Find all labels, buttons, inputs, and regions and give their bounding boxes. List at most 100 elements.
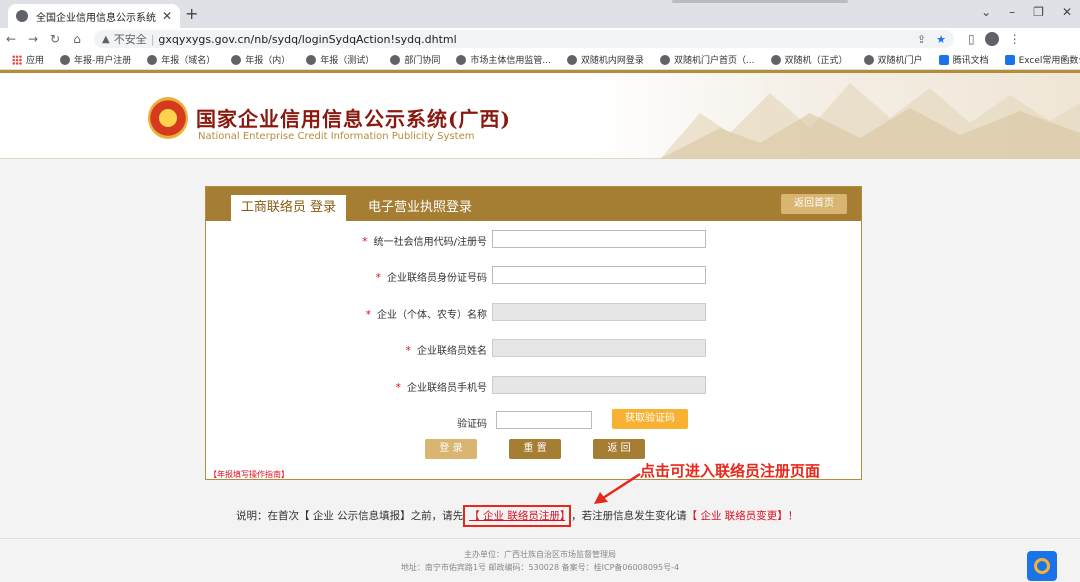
window-controls: ⌄ – ❐ ✕ <box>981 5 1072 19</box>
bookmarks-overflow-icon[interactable]: » <box>1060 53 1066 64</box>
bookmark-item[interactable]: 年报（内） <box>231 53 290 66</box>
login-button[interactable]: 登 录 <box>425 439 477 459</box>
apps-icon <box>12 54 22 65</box>
minimize-icon[interactable]: – <box>1009 5 1015 19</box>
bookmark-label: 腾讯文档 <box>952 56 989 66</box>
restore-icon[interactable]: ❐ <box>1033 5 1044 19</box>
forward-arrow-icon[interactable]: → <box>22 32 44 46</box>
captcha-input[interactable] <box>496 411 592 429</box>
annual-report-guide-link[interactable]: 【年报填写操作指南】 <box>209 469 289 480</box>
form-row: * 企业联络员身份证号码 <box>206 266 861 286</box>
url-text[interactable]: gxqyxygs.gov.cn/nb/sydq/loginSydqAction!… <box>158 33 910 46</box>
address-bar[interactable]: ▲ 不安全 | gxqyxygs.gov.cn/nb/sydq/loginSyd… <box>94 30 954 48</box>
bookmark-label: 年报（测试） <box>320 56 375 66</box>
toolbar-right: ▯ ⋮ <box>968 32 1021 46</box>
globe-icon <box>147 54 158 65</box>
bookmark-label: 年报-用户注册 <box>74 56 132 66</box>
required-asterisk: * <box>365 308 372 321</box>
bookmark-item[interactable]: 年报（域名） <box>147 53 215 66</box>
liaison-change-link[interactable]: 【 企业 联络员变更】！ <box>687 510 799 522</box>
profile-avatar[interactable] <box>984 32 999 46</box>
field-label-text: 企业联络员身份证号码 <box>387 273 487 284</box>
bookmark-item[interactable]: 年报-用户注册 <box>60 53 131 66</box>
back-button[interactable]: 返 回 <box>593 439 645 459</box>
bookmark-label: 年报（内） <box>245 56 291 66</box>
get-code-button[interactable]: 获取验证码 <box>612 409 688 429</box>
site-title: 国家企业信用信息公示系统(广西) <box>196 107 511 131</box>
bookmark-item[interactable]: 双随机内网登录 <box>566 53 644 66</box>
not-secure-label: 不安全 <box>113 33 147 46</box>
back-arrow-icon[interactable]: ← <box>0 32 22 46</box>
page-body: 国家企业信用信息公示系统(广西) National Enterprise Cre… <box>0 73 1080 582</box>
bookmark-item[interactable]: 双随机门户首页（... <box>659 53 755 66</box>
bookmark-item[interactable]: 腾讯文档 <box>938 53 989 66</box>
required-asterisk: * <box>375 271 382 284</box>
required-asterisk: * <box>362 235 368 248</box>
bookmark-label: 部门协同 <box>404 56 441 66</box>
required-asterisk: * <box>405 344 412 357</box>
bookmark-item[interactable]: 应用 <box>12 53 44 66</box>
field-input[interactable] <box>492 376 706 394</box>
field-input[interactable] <box>492 230 706 248</box>
field-label: * 企业联络员姓名 <box>406 342 488 357</box>
bookmark-item[interactable]: 年报（测试） <box>306 53 374 66</box>
globe-icon <box>16 10 28 22</box>
close-window-icon[interactable]: ✕ <box>1062 5 1072 19</box>
bookmark-label: 双随机门户首页（... <box>673 56 755 66</box>
back-home-button[interactable]: 返回首页 <box>781 194 847 214</box>
field-input[interactable] <box>492 266 706 284</box>
national-emblem-icon <box>148 97 188 139</box>
tab-search-chevron-icon[interactable]: ⌄ <box>981 5 991 19</box>
footer-address: 地址：南宁市佑宾路1号 邮政编码：530028 备案号：桂ICP备0600809… <box>400 563 680 572</box>
bookmark-item[interactable]: 部门协同 <box>390 53 440 66</box>
bookmark-star-icon[interactable]: ★ <box>936 33 946 46</box>
bookmark-label: 市场主体信用监管... <box>470 56 551 66</box>
tab-e-license-login[interactable]: 电子营业执照登录 <box>368 195 472 221</box>
tabstrip-scroll-indicator <box>672 0 848 3</box>
form-row: * 企业联络员姓名 <box>206 339 861 359</box>
bookmark-item[interactable]: 双随机（正式） <box>770 53 848 66</box>
field-label-text: 企业（个体、农专）名称 <box>377 310 487 321</box>
bookmark-label: 应用 <box>26 56 45 66</box>
form-row: * 企业（个体、农专）名称 <box>206 303 861 323</box>
bookmark-item[interactable]: Excel常用函数公式... <box>1004 53 1080 66</box>
annotation-arrow <box>594 472 641 504</box>
help-ring-icon <box>1034 558 1050 574</box>
bookmark-item[interactable]: 双随机门户 <box>863 53 923 66</box>
menu-kebab-icon[interactable]: ⋮ <box>1009 32 1021 46</box>
warning-icon: ▲ <box>102 33 110 45</box>
floating-help-button[interactable] <box>1027 551 1057 581</box>
field-input[interactable] <box>492 303 706 321</box>
doc-icon <box>1004 54 1015 65</box>
field-input[interactable] <box>492 339 706 357</box>
footer-divider <box>0 538 1080 539</box>
tencent-docs-icon <box>938 54 949 65</box>
bookmark-label: 双随机门户 <box>877 56 923 66</box>
reset-button[interactable]: 重 置 <box>509 439 561 459</box>
reload-icon[interactable]: ↻ <box>44 32 66 46</box>
form-row: * 企业联络员手机号 <box>206 376 861 396</box>
field-label-text: 企业联络员姓名 <box>417 346 487 357</box>
liaison-register-link[interactable]: 【 企业 联络员注册】 <box>463 505 572 527</box>
bookmark-item[interactable]: 市场主体信用监管... <box>456 53 551 66</box>
field-label: * 企业（个体、农专）名称 <box>366 306 488 321</box>
new-tab-button[interactable]: + <box>185 4 198 23</box>
share-icon[interactable]: ⇪ <box>917 33 926 46</box>
globe-icon <box>306 54 317 65</box>
home-icon[interactable]: ⌂ <box>66 32 88 46</box>
globe-icon <box>231 54 242 65</box>
bookmark-label: 双随机（正式） <box>784 56 848 66</box>
note-middle: ，若注册信息发生变化请 <box>571 510 687 522</box>
tab-title: 全国企业信用信息公示系统 <box>36 12 156 24</box>
separator: | <box>150 32 155 46</box>
tab-liaison-login[interactable]: 工商联络员 登录 <box>231 195 346 221</box>
field-label-text: 统一社会信用代码/注册号 <box>373 237 487 248</box>
globe-icon <box>60 54 71 65</box>
browser-tab[interactable]: 全国企业信用信息公示系统 ✕ <box>8 4 180 28</box>
sidepanel-icon[interactable]: ▯ <box>968 32 975 46</box>
globe-icon <box>659 54 670 65</box>
bookmarks-bar: 应用 年报-用户注册 年报（域名） 年报（内） 年报（测试） 部门协同 市场主体信用监管..… <box>0 50 1080 70</box>
bookmark-label: Excel常用函数公式... <box>1018 56 1080 66</box>
mountains-illustration <box>660 83 1080 159</box>
close-tab-icon[interactable]: ✕ <box>162 9 172 23</box>
